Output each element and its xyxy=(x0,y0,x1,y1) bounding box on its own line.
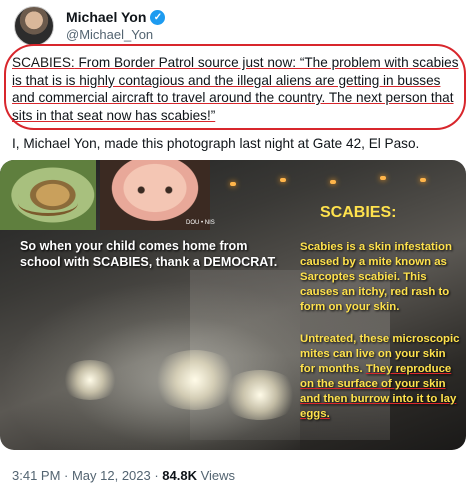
tweet-text-body: From Border Patrol source just now: “The… xyxy=(12,55,459,123)
fog-overlay xyxy=(0,280,300,450)
image-paragraph-2: Untreated, these microscopic mites can l… xyxy=(300,332,460,422)
headlight xyxy=(60,360,120,400)
tweet-text: SCABIES: From Border Patrol source just … xyxy=(12,54,464,124)
timestamp-time[interactable]: 3:41 PM · May 12, 2023 · xyxy=(12,468,162,483)
author-display-name[interactable]: Michael Yon xyxy=(66,9,146,25)
author-handle[interactable]: @Michael_Yon xyxy=(66,27,153,42)
tweet-text-lead: SCABIES: xyxy=(12,55,75,70)
tweet-photo[interactable]: DOU • NIS So when your child comes home … xyxy=(0,160,466,450)
image-paragraph-1: Scabies is a skin infestation caused by … xyxy=(300,241,452,313)
tweet-timestamp[interactable]: 3:41 PM · May 12, 2023 · 84.8K Views xyxy=(12,468,235,483)
image-watermark: DOU • NIS xyxy=(186,220,215,226)
mite-legs xyxy=(18,190,78,216)
headlight xyxy=(220,370,300,420)
image-left-text: So when your child comes home from schoo… xyxy=(20,239,278,269)
avatar[interactable] xyxy=(14,6,54,46)
tweet-caption: I, Michael Yon, made this photograph las… xyxy=(12,136,420,151)
image-title: SCABIES: xyxy=(320,204,397,221)
views-label: Views xyxy=(197,468,236,483)
views-count: 84.8K xyxy=(162,468,197,483)
name-row: Michael Yon ✓ xyxy=(66,9,166,25)
lamp xyxy=(230,182,236,186)
child-eyes xyxy=(132,186,178,194)
lamp xyxy=(420,178,426,182)
lamp xyxy=(280,178,286,182)
lamp xyxy=(330,180,336,184)
verified-badge-icon: ✓ xyxy=(150,9,166,25)
lamp xyxy=(380,176,386,180)
